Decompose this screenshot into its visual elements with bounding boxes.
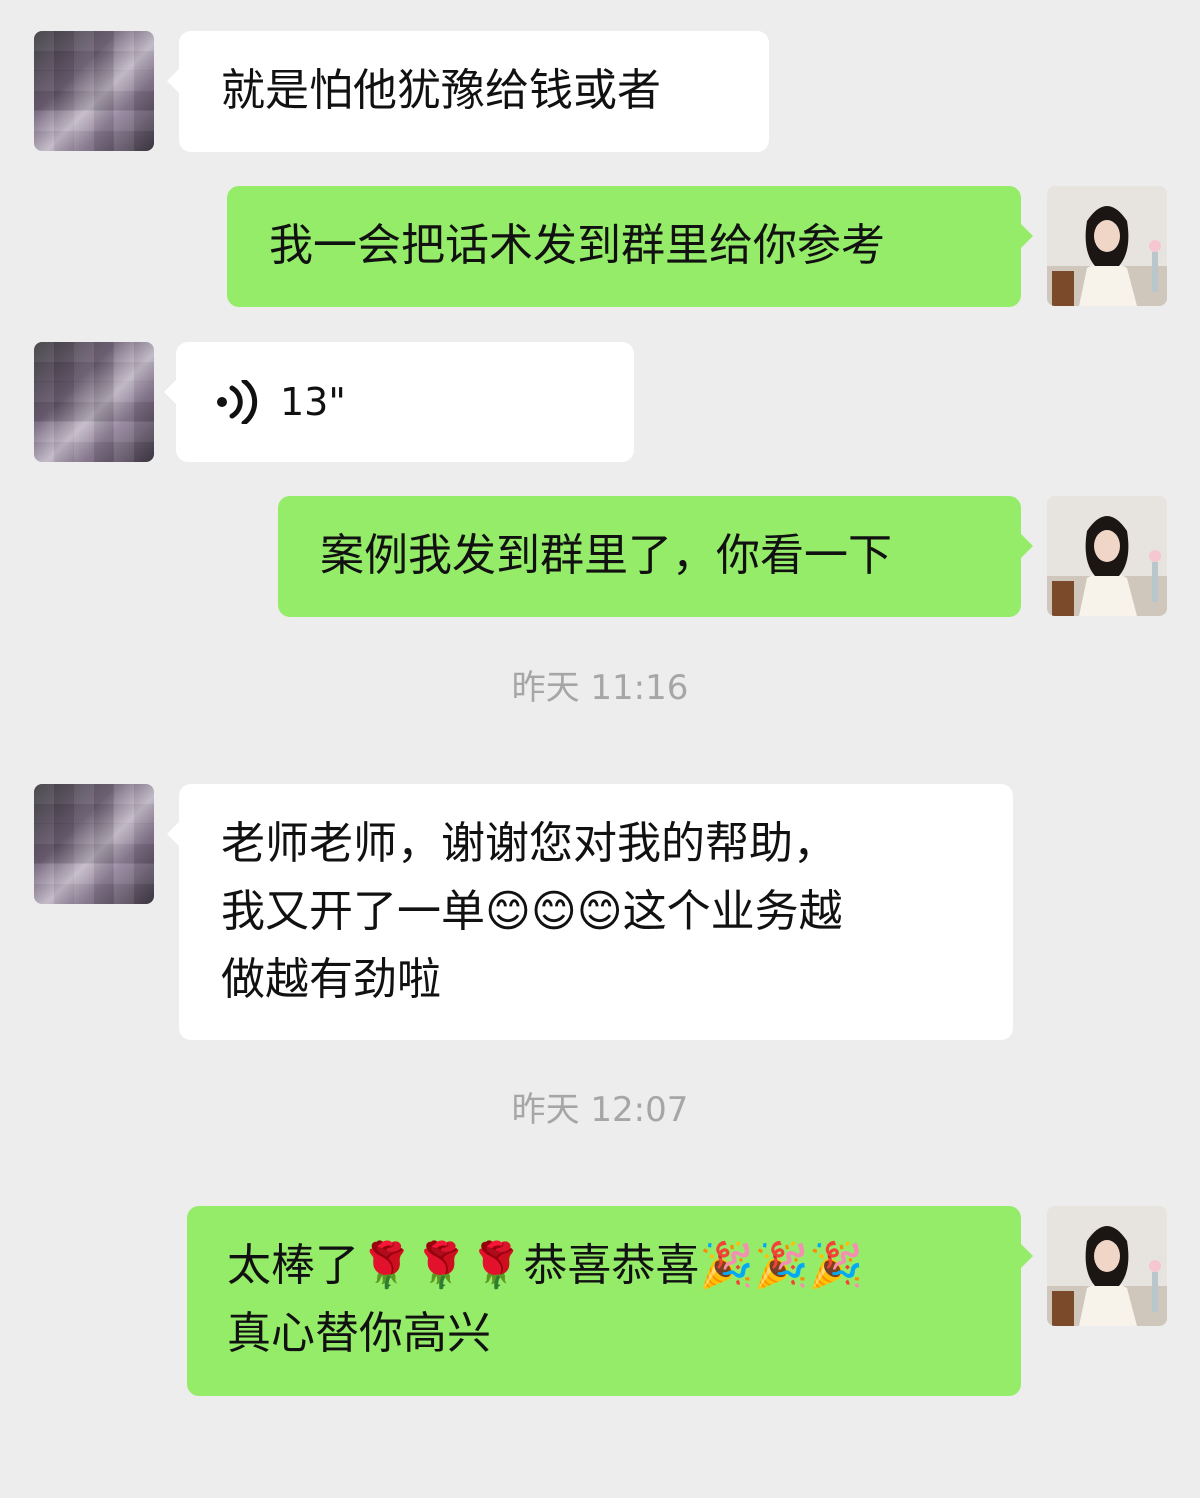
voice-message-bubble[interactable]: 13" [164,342,634,462]
contact-avatar[interactable] [34,784,154,904]
self-avatar[interactable] [1047,1206,1167,1326]
self-avatar-portrait [1047,496,1167,616]
message-line: 做越有劲啦 [221,954,441,1005]
message-text: 案例我发到群里了，你看一下 [320,530,892,581]
voice-wave-icon [217,380,258,424]
message-bubble-incoming[interactable]: 就是怕他犹豫给钱或者 [167,31,769,152]
voice-duration: 13" [280,380,346,424]
message-line: 老师老师，谢谢您对我的帮助， [221,818,837,869]
message-line: 太棒了🌹🌹🌹恭喜恭喜🎉🎉🎉 [227,1240,864,1291]
message-line: 我又开了一单😊😊😊这个业务越 [221,886,843,937]
self-avatar-portrait [1047,186,1167,306]
chat-timestamp: 昨天 11:16 [511,668,689,708]
message-line: 真心替你高兴 [227,1308,491,1359]
message-bubble-outgoing[interactable]: 案例我发到群里了，你看一下 [278,496,1033,617]
message-text: 就是怕他犹豫给钱或者 [221,65,661,116]
message-bubble-incoming[interactable]: 老师老师，谢谢您对我的帮助， 我又开了一单😊😊😊这个业务越 做越有劲啦 [167,784,1013,1040]
chat-timestamp: 昨天 12:07 [511,1090,689,1130]
message-text: 我一会把话术发到群里给你参考 [269,220,885,271]
self-avatar[interactable] [1047,496,1167,616]
self-avatar[interactable] [1047,186,1167,306]
contact-avatar[interactable] [34,31,154,151]
message-bubble-outgoing[interactable]: 太棒了🌹🌹🌹恭喜恭喜🎉🎉🎉 真心替你高兴 [187,1206,1033,1396]
contact-avatar[interactable] [34,342,154,462]
self-avatar-portrait [1047,1206,1167,1326]
message-bubble-outgoing[interactable]: 我一会把话术发到群里给你参考 [227,186,1033,307]
